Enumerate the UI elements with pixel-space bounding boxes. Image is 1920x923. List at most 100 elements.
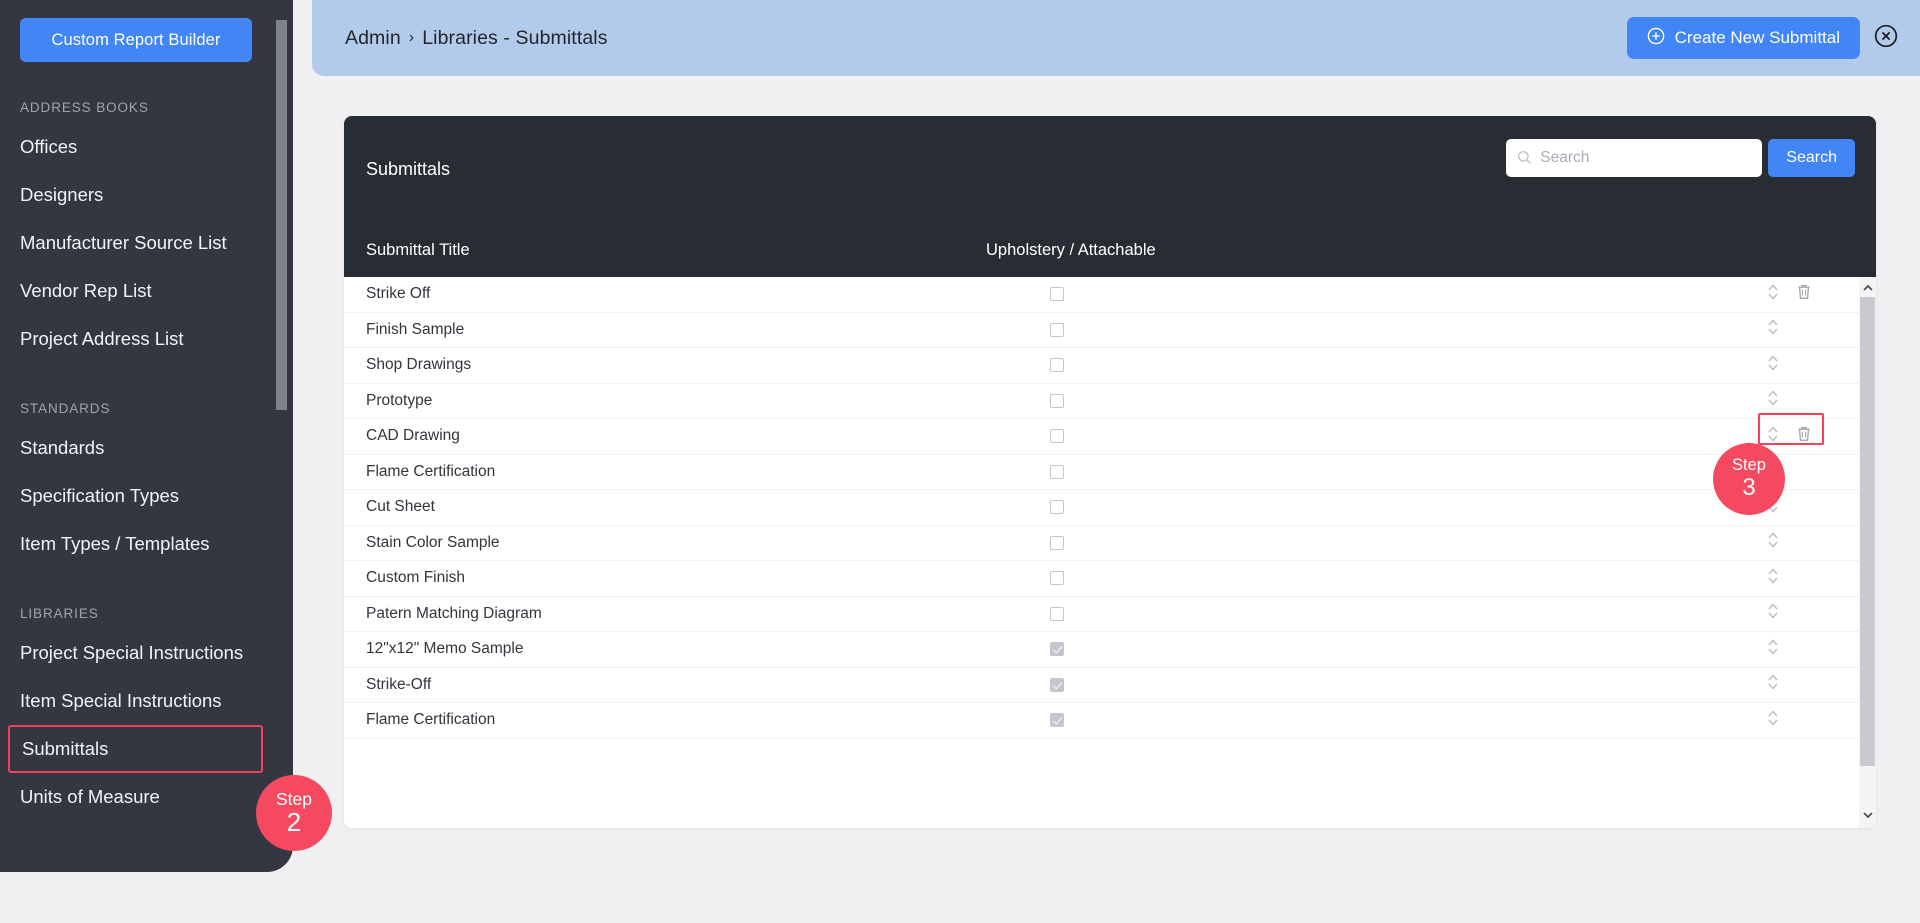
sort-updown-icon[interactable] — [1766, 637, 1780, 662]
upholstery-checkbox[interactable] — [1049, 287, 1064, 302]
row-submittal-title: Custom Finish — [366, 569, 466, 587]
row-submittal-title: Flame Certification — [366, 462, 496, 480]
sort-updown-icon[interactable] — [1766, 708, 1780, 733]
step-badge-3-word: Step — [1732, 456, 1766, 475]
sort-updown-icon[interactable] — [1766, 672, 1780, 697]
search-box[interactable] — [1506, 139, 1763, 177]
table-row[interactable]: 12"x12" Memo Sample — [344, 632, 1876, 668]
panel-header: Submittals Search — [344, 116, 1876, 223]
table-row[interactable]: Stain Color Sample — [344, 525, 1876, 561]
search-area: Search — [1506, 139, 1855, 177]
step-badge-2-word: Step — [276, 788, 312, 809]
sort-updown-icon[interactable] — [1766, 530, 1780, 555]
row-upholstery-cell — [964, 429, 1149, 444]
scroll-down-arrow-icon[interactable] — [1862, 807, 1874, 825]
upholstery-checkbox[interactable] — [1049, 677, 1064, 692]
plus-circle-icon — [1647, 27, 1665, 50]
sidebar-scrollbar[interactable] — [276, 6, 287, 866]
sidebar-item-designers[interactable]: Designers — [0, 171, 293, 219]
submittals-panel: Submittals Search Submittal Title Uphols… — [344, 116, 1876, 828]
sidebar-item-specification-types[interactable]: Specification Types — [0, 472, 293, 520]
sidebar-scrollbar-thumb[interactable] — [276, 20, 287, 410]
search-button[interactable]: Search — [1768, 139, 1855, 177]
create-new-submittal-label: Create New Submittal — [1674, 28, 1840, 47]
sidebar-section-heading-standards: STANDARDS — [20, 401, 111, 416]
top-header-bar: Admin › Libraries - Submittals Create Ne… — [312, 0, 1920, 76]
table-row[interactable]: Cut Sheet — [344, 490, 1876, 526]
scroll-up-arrow-icon[interactable] — [1862, 280, 1874, 298]
table-row[interactable]: Finish Sample — [344, 312, 1876, 348]
table-column-headers: Submittal Title Upholstery / Attachable — [344, 223, 1876, 277]
row-upholstery-cell — [964, 464, 1149, 479]
upholstery-checkbox[interactable] — [1049, 429, 1064, 444]
upholstery-checkbox[interactable] — [1049, 571, 1064, 586]
sort-updown-icon[interactable] — [1766, 353, 1780, 378]
sidebar-item-item-types-templates[interactable]: Item Types / Templates — [0, 520, 293, 568]
sort-updown-icon[interactable] — [1766, 388, 1780, 413]
column-header-upholstery-attachable: Upholstery / Attachable — [986, 240, 1156, 259]
create-new-submittal-button[interactable]: Create New Submittal — [1626, 17, 1860, 59]
trash-icon[interactable] — [1796, 425, 1812, 448]
search-input[interactable] — [1540, 149, 1751, 167]
table-scrollbar[interactable] — [1859, 277, 1876, 828]
app-root: Custom Report Builder ADDRESS BOOKS Offi… — [0, 0, 1920, 923]
table-row[interactable]: Strike Off — [344, 277, 1876, 313]
table-row[interactable]: Patern Matching Diagram — [344, 596, 1876, 632]
sort-updown-icon[interactable] — [1766, 317, 1780, 342]
upholstery-checkbox[interactable] — [1049, 606, 1064, 621]
upholstery-checkbox[interactable] — [1049, 464, 1064, 479]
sidebar-item-vendor-rep-list[interactable]: Vendor Rep List — [0, 267, 293, 315]
sidebar-item-project-address-list[interactable]: Project Address List — [0, 315, 293, 363]
custom-report-builder-wrap: Custom Report Builder — [0, 0, 293, 62]
row-submittal-title: Strike-Off — [366, 675, 432, 693]
table-row[interactable]: Flame Certification — [344, 703, 1876, 739]
step-badge-2: Step 2 — [256, 775, 332, 851]
row-submittal-title: Strike Off — [366, 285, 431, 303]
search-icon — [1517, 150, 1532, 170]
row-upholstery-cell — [964, 393, 1149, 408]
sort-updown-icon[interactable] — [1766, 601, 1780, 626]
upholstery-checkbox[interactable] — [1049, 642, 1064, 657]
custom-report-builder-button[interactable]: Custom Report Builder — [20, 18, 252, 62]
sidebar-item-offices[interactable]: Offices — [0, 123, 293, 171]
table-row[interactable]: Flame Certification — [344, 454, 1876, 490]
sidebar-item-manufacturer-source-list[interactable]: Manufacturer Source List — [0, 219, 293, 267]
row-submittal-title: CAD Drawing — [366, 427, 460, 445]
close-circle-icon[interactable] — [1874, 24, 1898, 53]
row-upholstery-cell — [964, 322, 1149, 337]
table-row[interactable]: Custom Finish — [344, 561, 1876, 597]
breadcrumb-root[interactable]: Admin — [345, 27, 401, 50]
sidebar-item-standards[interactable]: Standards — [0, 424, 293, 472]
table-row[interactable]: Prototype — [344, 383, 1876, 419]
upholstery-checkbox[interactable] — [1049, 535, 1064, 550]
upholstery-checkbox[interactable] — [1049, 358, 1064, 373]
row-upholstery-cell — [964, 287, 1149, 302]
sort-updown-icon[interactable] — [1766, 424, 1780, 449]
table-row[interactable]: Strike-Off — [344, 667, 1876, 703]
sort-updown-icon[interactable] — [1766, 282, 1780, 307]
table-row[interactable]: Shop Drawings — [344, 348, 1876, 384]
header-actions: Create New Submittal — [1626, 17, 1898, 59]
sidebar-content: Custom Report Builder ADDRESS BOOKS Offi… — [0, 0, 293, 821]
upholstery-checkbox[interactable] — [1049, 500, 1064, 515]
row-upholstery-cell — [964, 642, 1149, 657]
row-submittal-title: Stain Color Sample — [366, 533, 500, 551]
sidebar-item-units-of-measure[interactable]: Units of Measure — [0, 773, 293, 821]
upholstery-checkbox[interactable] — [1049, 713, 1064, 728]
table-scrollbar-thumb[interactable] — [1860, 297, 1875, 766]
row-upholstery-cell — [964, 535, 1149, 550]
row-upholstery-cell — [964, 500, 1149, 515]
row-upholstery-cell — [964, 606, 1149, 621]
table-row[interactable]: CAD Drawing — [344, 412, 1876, 455]
row-upholstery-cell — [964, 571, 1149, 586]
row-submittal-title: 12"x12" Memo Sample — [366, 640, 524, 658]
sidebar-item-project-special-instructions[interactable]: Project Special Instructions — [0, 629, 293, 677]
sidebar-item-item-special-instructions[interactable]: Item Special Instructions — [0, 677, 293, 725]
upholstery-checkbox[interactable] — [1049, 322, 1064, 337]
upholstery-checkbox[interactable] — [1049, 393, 1064, 408]
table-body: Strike Off Finish Sample Shop Drawings Prot… — [344, 277, 1876, 739]
sort-updown-icon[interactable] — [1766, 566, 1780, 591]
sidebar-item-submittals[interactable]: Submittals — [8, 725, 263, 773]
trash-icon[interactable] — [1796, 283, 1812, 306]
chevron-right-icon: › — [408, 29, 415, 46]
